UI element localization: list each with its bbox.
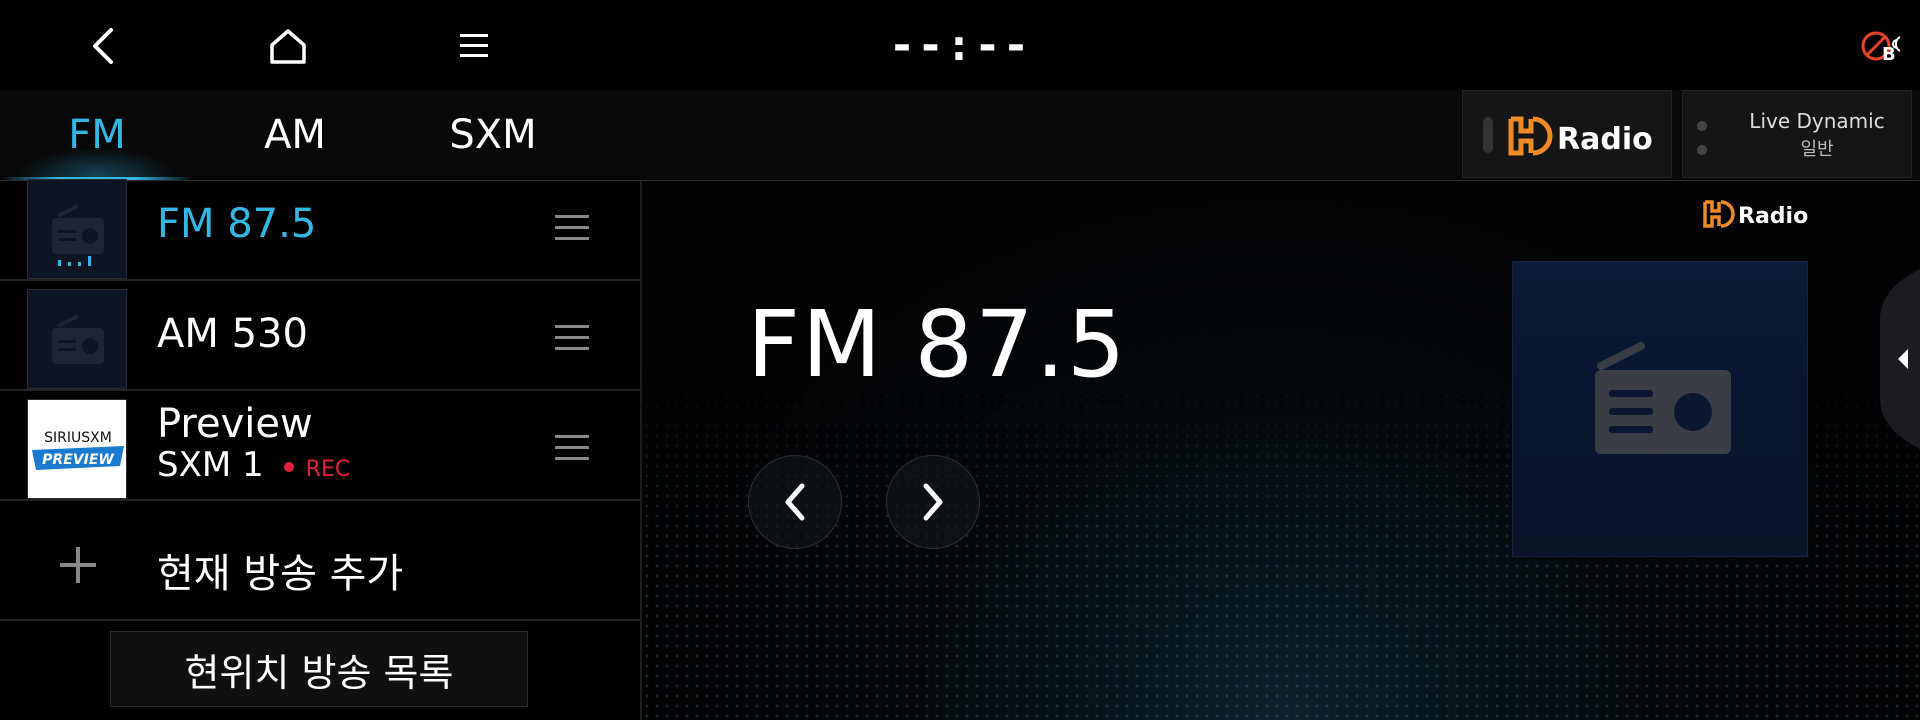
status-bar: --:-- B xyxy=(0,0,1920,90)
rec-dot-icon xyxy=(283,462,294,472)
home-icon xyxy=(270,29,306,64)
preset-thumbnail: SIRIUSXM PREVIEW xyxy=(27,399,127,499)
tab-fm[interactable]: FM xyxy=(2,90,192,180)
back-icon xyxy=(93,28,113,64)
tab-sxm[interactable]: SXM xyxy=(398,90,588,180)
prev-icon xyxy=(785,483,805,521)
preset-list: FM 87.5 AM 530 SIRIUSXM PREVIEW Preview … xyxy=(0,179,642,720)
next-icon xyxy=(923,483,943,521)
svg-text:Radio: Radio xyxy=(1557,122,1653,157)
back-button[interactable] xyxy=(73,18,133,74)
menu-icon xyxy=(460,34,488,57)
sound-mode-sub: 일반 xyxy=(1800,139,1834,160)
seek-prev-button[interactable] xyxy=(748,455,842,549)
svg-text:Radio: Radio xyxy=(1738,204,1808,229)
station-artwork xyxy=(1512,261,1808,557)
tab-am[interactable]: AM xyxy=(200,90,390,180)
current-station: FM 87.5 xyxy=(747,291,1128,398)
now-playing-panel: Radio FM 87.5 xyxy=(642,181,1920,720)
preset-item[interactable]: AM 530 xyxy=(0,281,640,391)
hd-radio-logo: Radio xyxy=(1703,200,1808,229)
radio-icon xyxy=(52,314,104,364)
home-button[interactable] xyxy=(258,18,318,74)
side-panel-toggle[interactable] xyxy=(1880,269,1920,449)
svg-text:SIRIUSXM: SIRIUSXM xyxy=(44,430,112,446)
preset-item[interactable]: SIRIUSXM PREVIEW Preview SXM 1 REC xyxy=(0,391,640,501)
drag-handle-icon[interactable] xyxy=(555,215,589,248)
bluetooth-status: B xyxy=(1860,26,1910,66)
rec-label: REC xyxy=(305,457,351,482)
sound-mode-button[interactable]: Live Dynamic 일반 xyxy=(1682,90,1912,178)
drag-handle-icon[interactable] xyxy=(555,435,589,468)
radio-icon xyxy=(1595,342,1731,454)
bluetooth-off-icon: B xyxy=(1861,31,1901,65)
preset-channel: SXM 1 xyxy=(157,445,264,485)
preset-thumbnail xyxy=(27,179,127,279)
add-current-station-label: 현재 방송 추가 xyxy=(157,551,404,597)
preset-title: AM 530 xyxy=(157,311,308,357)
nearby-stations-label: 현위치 방송 목록 xyxy=(184,650,454,695)
hd-radio-toggle-button[interactable]: Radio xyxy=(1462,90,1672,178)
preset-thumbnail xyxy=(27,289,127,389)
sound-mode-name: Live Dynamic xyxy=(1749,109,1885,133)
preset-title: Preview xyxy=(157,401,313,447)
nearby-stations-button[interactable]: 현위치 방송 목록 xyxy=(110,631,528,707)
clock: --:-- xyxy=(888,20,1032,71)
add-current-station-button[interactable]: 현재 방송 추가 xyxy=(0,511,640,621)
seek-next-button[interactable] xyxy=(886,455,980,549)
tab-sxm-label: SXM xyxy=(449,112,537,158)
preset-title: FM 87.5 xyxy=(157,201,317,247)
plus-icon xyxy=(60,547,96,583)
siriusxm-preview-logo: SIRIUSXM PREVIEW xyxy=(28,400,126,498)
hd-radio-indicator xyxy=(1483,117,1493,153)
preset-subtitle: SXM 1 REC xyxy=(157,445,350,485)
tab-am-label: AM xyxy=(264,112,326,158)
menu-button[interactable] xyxy=(444,18,504,74)
drag-handle-icon[interactable] xyxy=(555,325,589,358)
radio-icon xyxy=(52,204,104,266)
hd-radio-logo: Radio xyxy=(1508,116,1653,157)
preset-item[interactable]: FM 87.5 xyxy=(0,171,640,281)
svg-text:PREVIEW: PREVIEW xyxy=(42,452,114,468)
